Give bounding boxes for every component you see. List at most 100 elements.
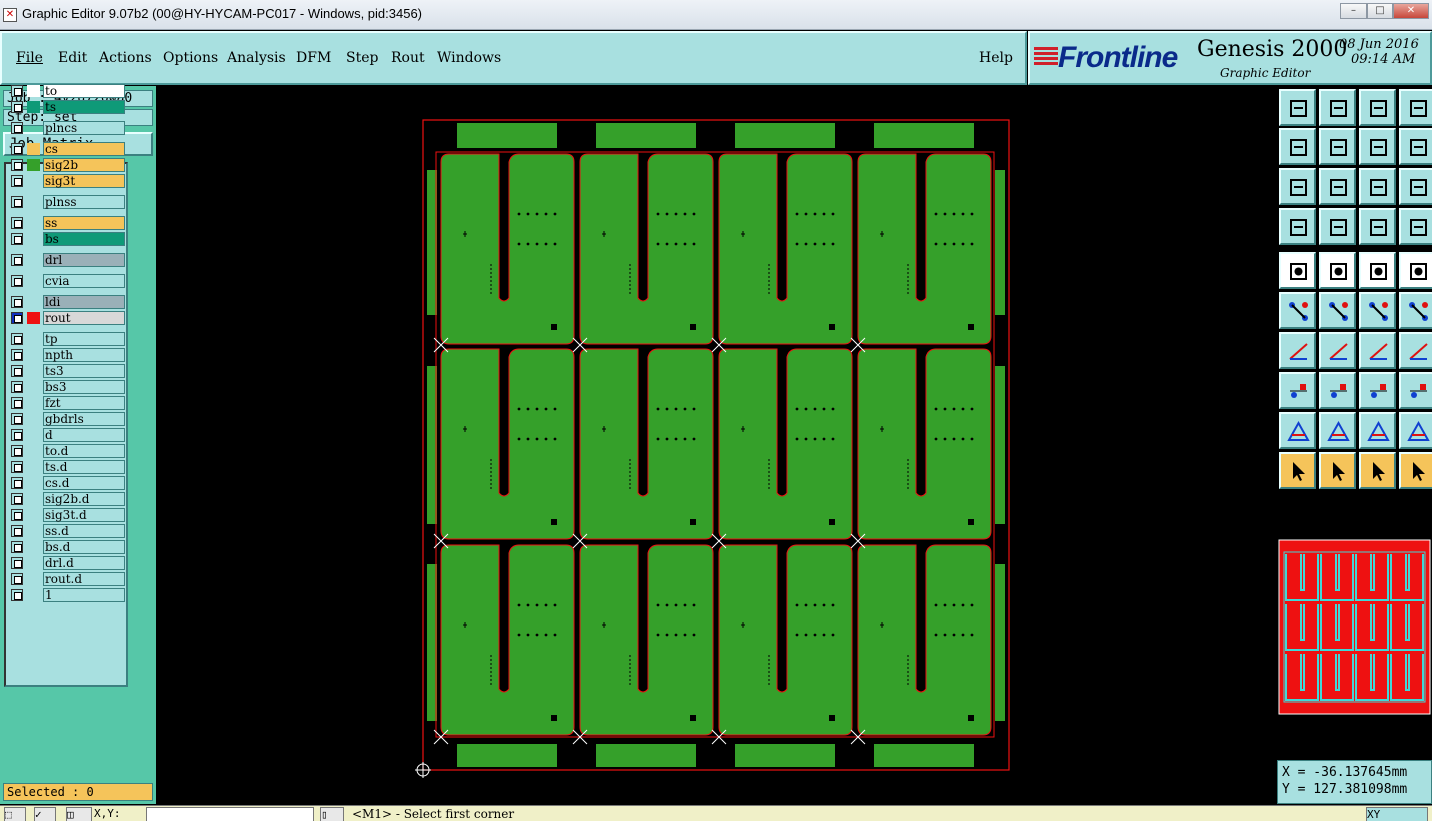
tool-connect-icon[interactable] <box>1279 292 1316 329</box>
layer-name[interactable]: ldi <box>43 295 125 309</box>
layer-row-rout-d[interactable]: rout.d <box>8 572 125 586</box>
layer-color-swatch[interactable] <box>27 493 40 505</box>
layer-row-bs3[interactable]: bs3 <box>8 380 125 394</box>
layer-name[interactable]: ts <box>43 100 125 114</box>
tool-snap-icon[interactable] <box>1279 252 1316 289</box>
layer-name[interactable]: sig3t.d <box>43 508 125 522</box>
layer-color-swatch[interactable] <box>27 477 40 489</box>
layer-color-swatch[interactable] <box>27 429 40 441</box>
layer-color-swatch[interactable] <box>27 349 40 361</box>
tool-add-node-icon[interactable] <box>1399 292 1432 329</box>
layer-row-ss[interactable]: ss <box>8 216 125 230</box>
xy-input[interactable] <box>146 807 314 821</box>
tool-measure-icon[interactable] <box>1279 208 1316 245</box>
tool-prev-icon[interactable] <box>1279 128 1316 165</box>
layer-row-sig2b[interactable]: sig2b <box>8 158 125 172</box>
tool-window-icon[interactable] <box>1399 89 1432 126</box>
layer-row-to[interactable]: to <box>8 84 125 98</box>
layer-row-plnss[interactable]: plnss <box>8 195 125 209</box>
layer-name[interactable]: bs3 <box>43 380 125 394</box>
layer-row-sig3t-d[interactable]: sig3t.d <box>8 508 125 522</box>
layer-checkbox[interactable] <box>11 85 23 97</box>
tool-select-area-icon[interactable] <box>1319 252 1356 289</box>
layer-checkbox[interactable] <box>11 445 23 457</box>
layer-row-bs[interactable]: bs <box>8 232 125 246</box>
layer-checkbox[interactable] <box>11 175 23 187</box>
tool-pointer-edit-icon[interactable] <box>1319 452 1356 489</box>
tool-open-icon[interactable] <box>1279 89 1316 126</box>
tool-arc-edit-icon[interactable] <box>1399 412 1432 449</box>
layer-name[interactable]: ts.d <box>43 460 125 474</box>
layer-name[interactable]: ss <box>43 216 125 230</box>
menu-options[interactable]: Options <box>163 50 218 66</box>
layer-row-1[interactable]: 1 <box>8 588 125 602</box>
layer-checkbox[interactable] <box>11 275 23 287</box>
layer-row-ts3[interactable]: ts3 <box>8 364 125 378</box>
layer-name[interactable]: drl <box>43 253 125 267</box>
tool-home-icon[interactable] <box>1359 89 1396 126</box>
panel-drawing[interactable] <box>157 86 1275 804</box>
layer-color-swatch[interactable] <box>27 275 40 287</box>
layer-name[interactable]: rout.d <box>43 572 125 586</box>
layer-checkbox[interactable] <box>11 217 23 229</box>
layer-row-sig3t[interactable]: sig3t <box>8 174 125 188</box>
tool-dimension-icon[interactable] <box>1359 372 1396 409</box>
tool-segment-icon[interactable] <box>1319 372 1356 409</box>
tool-line-icon[interactable] <box>1279 332 1316 369</box>
layer-row-drl-d[interactable]: drl.d <box>8 556 125 570</box>
tool-shapes-icon[interactable] <box>1399 372 1432 409</box>
layer-name[interactable]: tp <box>43 332 125 346</box>
layer-name[interactable]: plncs <box>43 121 125 135</box>
tool-query-icon[interactable] <box>1399 168 1432 205</box>
layer-color-swatch[interactable] <box>27 85 40 97</box>
tool-line-draw-icon[interactable] <box>1319 332 1356 369</box>
layer-color-swatch[interactable] <box>27 397 40 409</box>
zoom-area-icon[interactable]: ⬚ <box>4 807 26 821</box>
layer-checkbox[interactable] <box>11 477 23 489</box>
menu-dfm[interactable]: DFM <box>296 50 331 66</box>
layer-checkbox[interactable] <box>11 557 23 569</box>
layer-color-swatch[interactable] <box>27 159 40 171</box>
menu-rout[interactable]: Rout <box>391 50 425 66</box>
layer-name[interactable]: 1 <box>43 588 125 602</box>
layer-row-ts[interactable]: ts <box>8 100 125 114</box>
layer-color-swatch[interactable] <box>27 525 40 537</box>
layer-color-swatch[interactable] <box>27 589 40 601</box>
layer-color-swatch[interactable] <box>27 122 40 134</box>
layer-name[interactable]: d <box>43 428 125 442</box>
menu-step[interactable]: Step <box>346 50 378 66</box>
tool-pad-icon[interactable] <box>1319 208 1356 245</box>
tool-triangle-icon[interactable] <box>1279 412 1316 449</box>
layer-checkbox[interactable] <box>11 122 23 134</box>
layer-row-tp[interactable]: tp <box>8 332 125 346</box>
graphic-canvas[interactable] <box>157 86 1275 804</box>
layer-checkbox[interactable] <box>11 381 23 393</box>
tool-pointer-rotate-icon[interactable] <box>1359 452 1396 489</box>
layer-name[interactable]: bs.d <box>43 540 125 554</box>
layer-checkbox[interactable] <box>11 233 23 245</box>
tool-arc-icon[interactable] <box>1319 412 1356 449</box>
tool-rotate-icon[interactable] <box>1359 332 1396 369</box>
layer-checkbox[interactable] <box>11 349 23 361</box>
layer-row-ss-d[interactable]: ss.d <box>8 524 125 538</box>
layer-color-swatch[interactable] <box>27 312 40 324</box>
layer-checkbox[interactable] <box>11 461 23 473</box>
layer-checkbox[interactable] <box>11 429 23 441</box>
layer-name[interactable]: bs <box>43 232 125 246</box>
layer-checkbox[interactable] <box>11 397 23 409</box>
tool-save-icon[interactable] <box>1319 89 1356 126</box>
menu-windows[interactable]: Windows <box>437 50 501 66</box>
tool-redo-icon[interactable] <box>1399 128 1432 165</box>
layer-color-swatch[interactable] <box>27 557 40 569</box>
layer-name[interactable]: drl.d <box>43 556 125 570</box>
layer-name[interactable]: ss.d <box>43 524 125 538</box>
layer-row-cvia[interactable]: cvia <box>8 274 125 288</box>
layer-row-d[interactable]: d <box>8 428 125 442</box>
layer-checkbox[interactable] <box>11 493 23 505</box>
layer-row-npth[interactable]: npth <box>8 348 125 362</box>
minimize-button[interactable]: – <box>1340 3 1367 19</box>
layer-row-sig2b-d[interactable]: sig2b.d <box>8 492 125 506</box>
overview-map[interactable] <box>1277 494 1432 756</box>
tool-fit-icon[interactable] <box>1279 168 1316 205</box>
layer-color-swatch[interactable] <box>27 143 40 155</box>
